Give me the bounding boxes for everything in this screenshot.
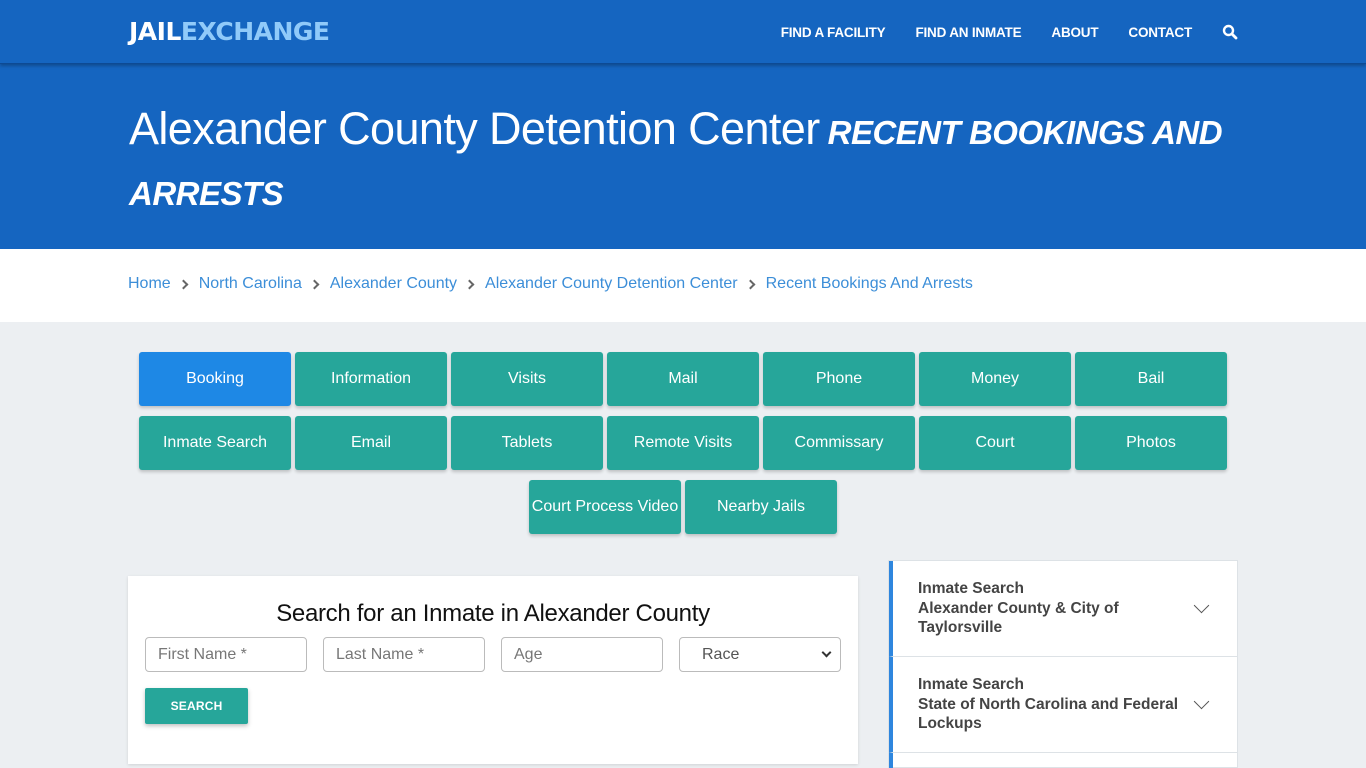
- tab-row: Booking Information Visits Mail Phone Mo…: [137, 352, 1229, 406]
- accordion-item-title: Inmate Search: [918, 676, 1024, 694]
- search-button[interactable]: SEARCH: [145, 688, 248, 724]
- facility-tabs: Booking Information Visits Mail Phone Mo…: [137, 352, 1229, 544]
- tab-nearby-jails[interactable]: Nearby Jails: [685, 480, 837, 534]
- tab-court[interactable]: Court: [919, 416, 1071, 470]
- search-icon[interactable]: [1222, 24, 1238, 40]
- race-select-value: Race: [702, 645, 740, 663]
- breadcrumb: Home North Carolina Alexander County Ale…: [128, 275, 973, 293]
- chevron-right-icon: [178, 279, 189, 289]
- logo-jail-text: JAIL: [129, 17, 181, 46]
- tab-money[interactable]: Money: [919, 352, 1071, 406]
- tab-visits[interactable]: Visits: [451, 352, 603, 406]
- accordion-item-subtitle: State of North Carolina and Federal Lock…: [918, 695, 1179, 733]
- tab-information[interactable]: Information: [295, 352, 447, 406]
- nav-contact[interactable]: CONTACT: [1128, 25, 1192, 40]
- page-hero: Alexander County Detention Center RECENT …: [0, 64, 1366, 249]
- breadcrumb-facility[interactable]: Alexander County Detention Center: [485, 275, 738, 293]
- accordion-item-subtitle: Alexander County & City of Taylorsville: [918, 599, 1119, 637]
- top-navbar: JAILEXCHANGE FIND A FACILITY FIND AN INM…: [0, 0, 1366, 64]
- chevron-down-icon[interactable]: [1193, 693, 1210, 710]
- chevron-down-icon[interactable]: [1193, 597, 1210, 614]
- tab-photos[interactable]: Photos: [1075, 416, 1227, 470]
- logo-exchange-text: EXCHANGE: [180, 17, 330, 46]
- tab-court-process-video[interactable]: Court Process Video: [529, 480, 681, 534]
- tab-tablets[interactable]: Tablets: [451, 416, 603, 470]
- first-name-input[interactable]: [145, 637, 307, 672]
- inmate-search-accordion: Inmate Search Alexander County & City of…: [888, 560, 1238, 768]
- nav-about[interactable]: ABOUT: [1051, 25, 1098, 40]
- tab-remote-visits[interactable]: Remote Visits: [607, 416, 759, 470]
- breadcrumb-home[interactable]: Home: [128, 275, 171, 293]
- breadcrumb-county[interactable]: Alexander County: [330, 275, 457, 293]
- age-input[interactable]: [501, 637, 663, 672]
- accordion-item-county[interactable]: Inmate Search Alexander County & City of…: [889, 561, 1237, 657]
- tab-inmate-search[interactable]: Inmate Search: [139, 416, 291, 470]
- chevron-right-icon: [309, 279, 320, 289]
- tab-email[interactable]: Email: [295, 416, 447, 470]
- accordion-item-title: Inmate Search: [918, 580, 1024, 598]
- tab-bail[interactable]: Bail: [1075, 352, 1227, 406]
- inmate-search-card: Search for an Inmate in Alexander County…: [128, 576, 858, 764]
- chevron-down-icon: [821, 647, 832, 658]
- accordion-item-label: Inmate Search State of North Carolina an…: [918, 675, 1183, 734]
- accordion-item-state[interactable]: Inmate Search State of North Carolina an…: [889, 657, 1237, 753]
- accordion-item-label: Inmate Search Alexander County & City of…: [918, 579, 1183, 638]
- page-title: Alexander County Detention Center RECENT …: [129, 100, 1229, 222]
- accordion-item-partial[interactable]: [889, 753, 1237, 768]
- search-form: Race: [145, 637, 841, 672]
- breadcrumb-current[interactable]: Recent Bookings And Arrests: [766, 275, 973, 293]
- tab-row: Inmate Search Email Tablets Remote Visit…: [137, 416, 1229, 470]
- main-nav: FIND A FACILITY FIND AN INMATE ABOUT CON…: [751, 0, 1238, 64]
- nav-find-facility[interactable]: FIND A FACILITY: [781, 25, 886, 40]
- race-select[interactable]: Race: [679, 637, 841, 672]
- tab-phone[interactable]: Phone: [763, 352, 915, 406]
- chevron-right-icon: [464, 279, 475, 289]
- nav-find-inmate[interactable]: FIND AN INMATE: [915, 25, 1021, 40]
- tab-commissary[interactable]: Commissary: [763, 416, 915, 470]
- chevron-right-icon: [745, 279, 756, 289]
- breadcrumb-state[interactable]: North Carolina: [199, 275, 302, 293]
- tab-row: Court Process Video Nearby Jails: [137, 480, 1229, 534]
- search-heading: Search for an Inmate in Alexander County: [276, 600, 710, 627]
- tab-booking[interactable]: Booking: [139, 352, 291, 406]
- tab-mail[interactable]: Mail: [607, 352, 759, 406]
- breadcrumb-bar: Home North Carolina Alexander County Ale…: [0, 249, 1366, 322]
- last-name-input[interactable]: [323, 637, 485, 672]
- page-title-main: Alexander County Detention Center: [129, 103, 820, 154]
- site-logo[interactable]: JAILEXCHANGE: [129, 16, 330, 48]
